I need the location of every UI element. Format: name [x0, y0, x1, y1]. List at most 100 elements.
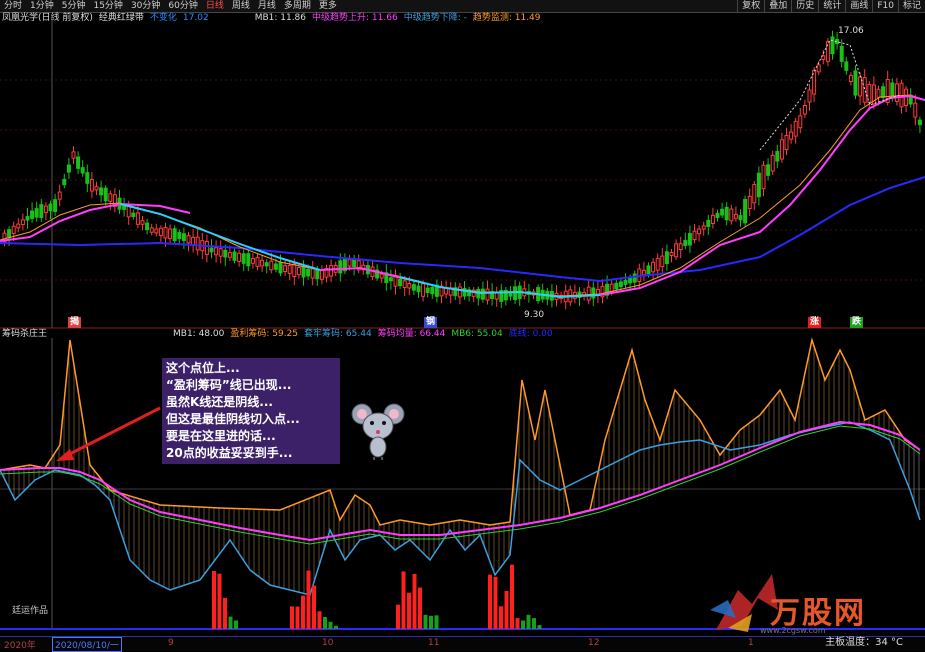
candle-body [158, 227, 163, 236]
volume-bars [212, 564, 542, 629]
candle-body [278, 262, 283, 274]
candle-body [71, 151, 76, 159]
candle-body [876, 88, 881, 98]
annotation-line-2: “盈利筹码”线已出现... [166, 378, 292, 392]
candle-body [894, 83, 899, 102]
candle-body [149, 227, 154, 233]
candle-body [793, 120, 798, 137]
candle-body [163, 227, 168, 239]
candle-body [186, 235, 191, 244]
candle-body [623, 279, 628, 285]
candle-body [614, 282, 619, 290]
candle-body [692, 230, 697, 241]
candle-body [839, 45, 844, 62]
volume-bar [521, 620, 525, 629]
candle-body [641, 269, 646, 276]
high-price-label: 17.06 [838, 26, 864, 36]
candle-body [260, 259, 265, 267]
candle-body [913, 102, 918, 118]
candle-body [678, 243, 683, 251]
volume-bar [504, 590, 509, 629]
candle-body [99, 187, 104, 196]
candle-body [140, 220, 145, 225]
volume-bar [334, 625, 338, 629]
candle-body [145, 222, 150, 231]
candle-body [76, 156, 81, 169]
low-price-label: 9.30 [524, 310, 545, 320]
board-temperature: 主板温度：34 °C [825, 637, 903, 648]
volume-bar [223, 597, 227, 629]
candle-body [39, 204, 44, 219]
candle-body [85, 172, 90, 184]
candle-body [25, 216, 30, 221]
candle-body [315, 269, 320, 280]
avg-chips-line [0, 420, 921, 542]
month-label-9: 9 [168, 638, 174, 648]
candle-body [683, 239, 688, 247]
candle-body [766, 164, 771, 176]
candle-body [807, 89, 812, 103]
candle-body [227, 252, 232, 258]
volume-bar [328, 621, 333, 629]
candle-body [269, 260, 274, 271]
candle-body [154, 228, 159, 234]
volume-bar [295, 606, 300, 629]
candle-body [89, 178, 94, 192]
candle-body [168, 228, 173, 239]
volume-bar [228, 616, 233, 629]
ma-cyan-line [119, 203, 321, 271]
signal-tag-1: 揭 [68, 317, 82, 328]
volume-bar [323, 616, 327, 629]
candle-body [329, 265, 334, 277]
candle-body [421, 283, 426, 297]
candle-body [706, 219, 711, 227]
candle-body [223, 249, 228, 258]
candle-body [177, 232, 182, 240]
volume-bar [396, 604, 400, 629]
candle-body [591, 287, 596, 299]
candle-body [241, 253, 246, 264]
author-credit: 廷运作品 [12, 606, 49, 616]
candle-body [48, 203, 53, 212]
annotation-line-5: 要是在这里进的话... [166, 429, 276, 443]
volume-bar [488, 574, 492, 629]
candle-body [416, 285, 421, 293]
annotation-line-6: 20点的收益妥妥到手... [166, 446, 293, 460]
candle-body [430, 286, 435, 295]
volume-bar [217, 573, 222, 629]
signal-tag-fall: 跌 [850, 317, 864, 328]
candle-body [628, 277, 633, 284]
candle-body [770, 154, 775, 172]
candle-body [853, 70, 858, 96]
volume-bar [434, 615, 439, 629]
candle-body [232, 251, 237, 261]
candle-body [825, 41, 830, 62]
signal-tag-2: 钢 [424, 317, 438, 328]
candle-body [816, 64, 821, 73]
candle-body [214, 247, 219, 256]
candle-body [11, 225, 16, 234]
volume-bar [317, 611, 322, 629]
signal-tag-rise: 涨 [808, 317, 822, 328]
candle-body [43, 205, 48, 213]
annotation-line-4: 但这是最佳阴线切入点... [166, 412, 300, 426]
year-label: 2020年 [4, 641, 36, 651]
candle-body [292, 263, 297, 277]
candle-body [747, 195, 752, 209]
candle-body [53, 199, 58, 212]
candle-body [743, 199, 748, 224]
candle-body [738, 215, 743, 221]
candle-body [655, 257, 660, 271]
volume-bar [526, 614, 531, 629]
candle-body [172, 228, 177, 242]
candle-body [379, 273, 384, 279]
volume-bar [499, 606, 503, 629]
candle-body [701, 225, 706, 230]
watermark-url: www.2cgsw.com [760, 626, 826, 635]
candle-body [669, 251, 674, 257]
chip-hatch-lines [3, 346, 920, 595]
volume-bar [407, 592, 411, 629]
candle-body [246, 253, 251, 267]
candle-body [250, 257, 255, 264]
candle-body [204, 240, 209, 255]
